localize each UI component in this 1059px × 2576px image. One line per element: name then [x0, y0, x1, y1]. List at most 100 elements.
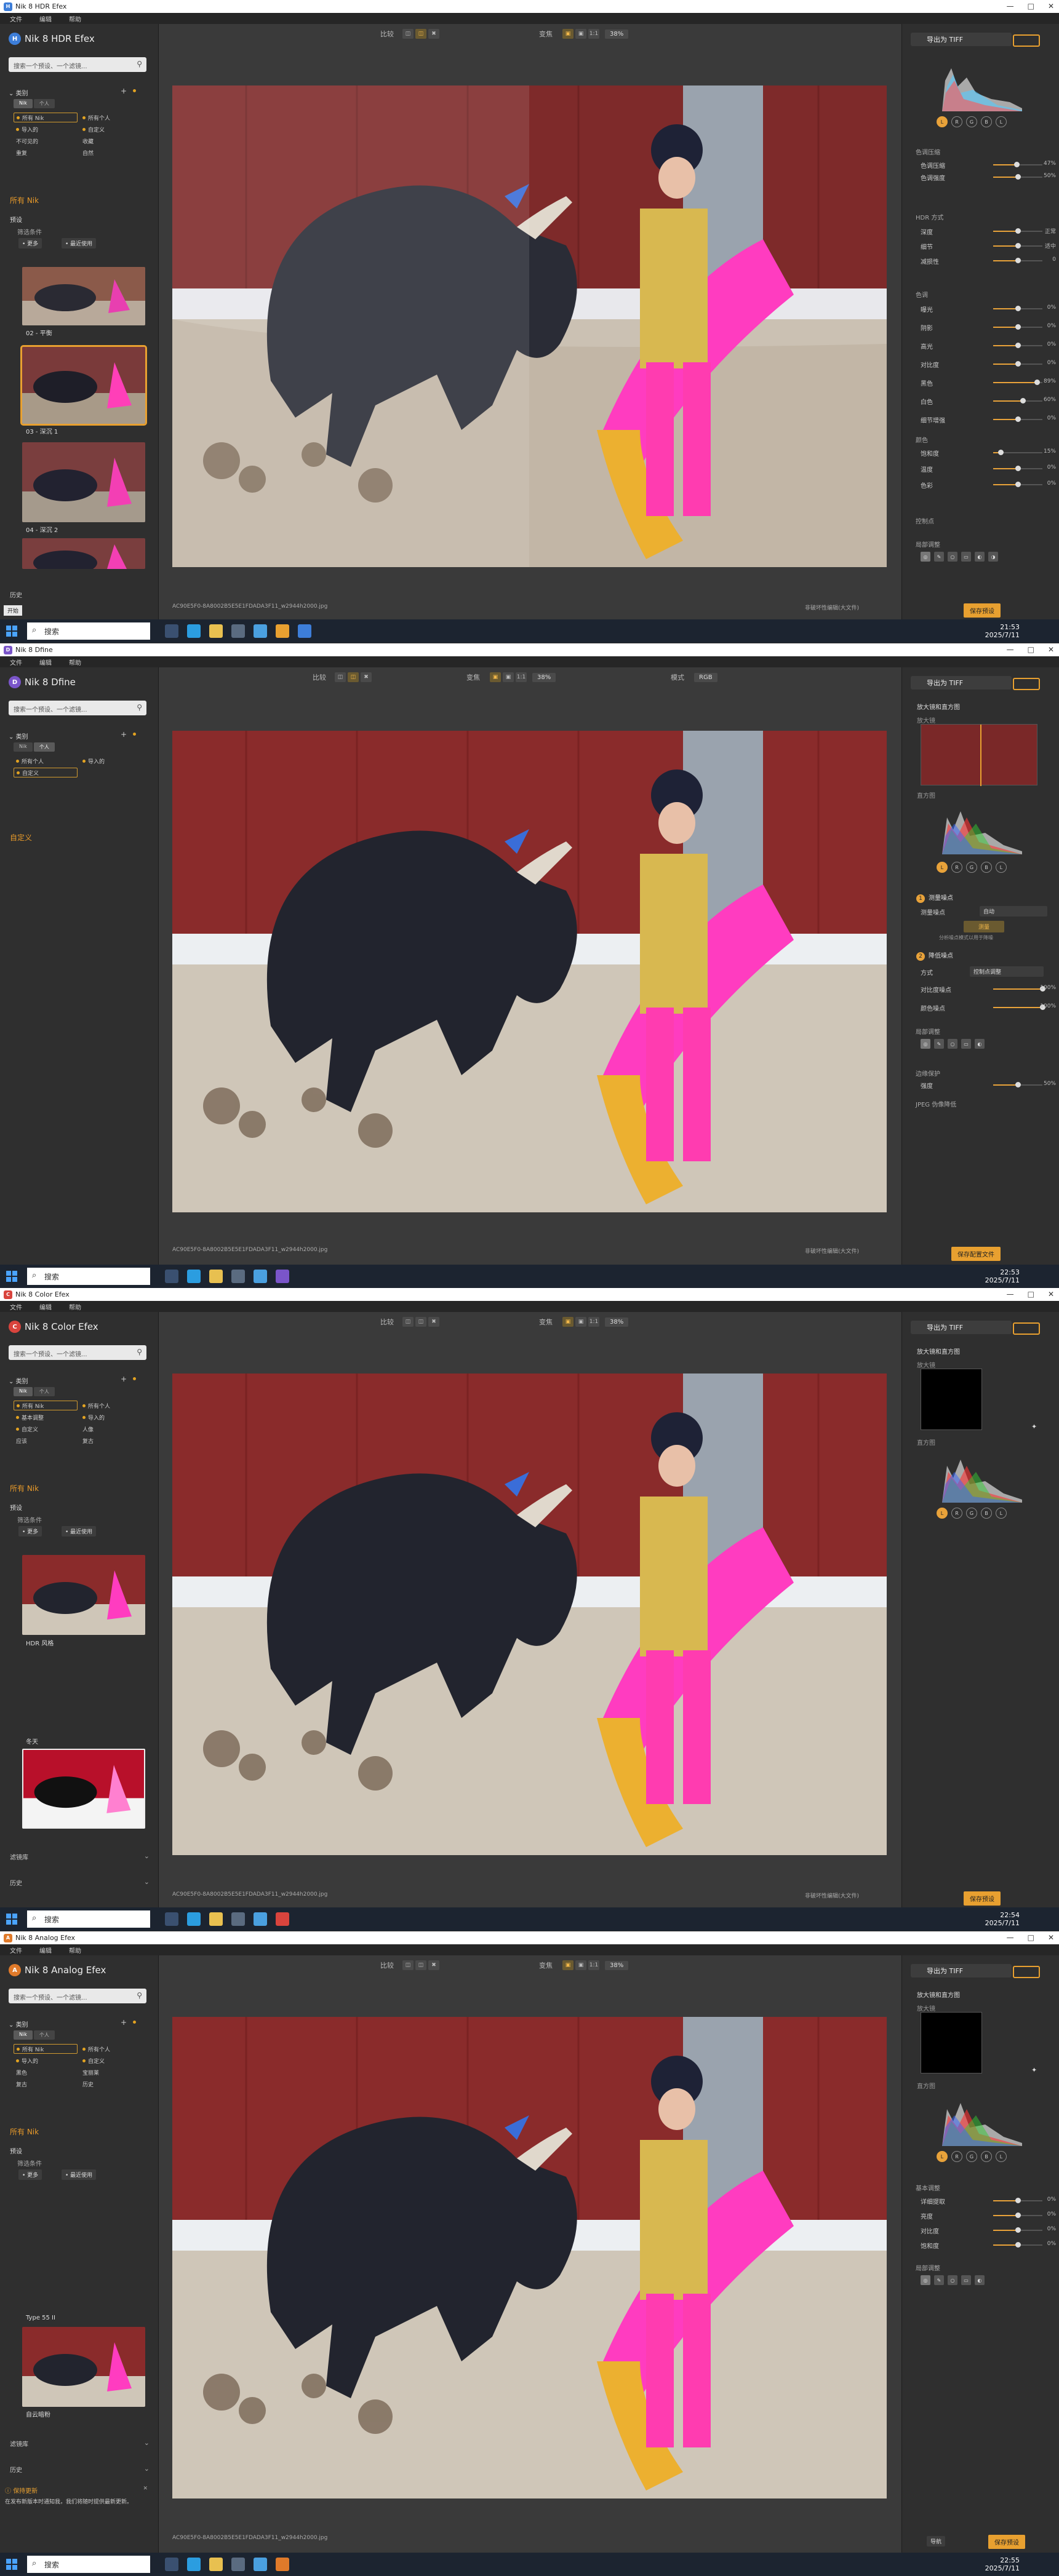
zoom-select[interactable]: 38% — [605, 1960, 629, 1970]
tone-header[interactable]: 色调 — [916, 290, 928, 299]
channel-l[interactable]: L — [996, 116, 1007, 127]
minimize-icon[interactable]: — — [1007, 645, 1014, 654]
category-favorites[interactable]: 收藏 — [80, 136, 144, 146]
gradient-tool[interactable]: ▭ — [961, 1039, 971, 1049]
zoom-select[interactable]: 38% — [605, 1317, 629, 1327]
compare-split-button[interactable]: ◫ — [402, 1317, 414, 1327]
category-vintage[interactable]: 复古 — [14, 2079, 78, 2089]
slider-row[interactable]: 高光 0% — [921, 341, 1056, 351]
settings-toggle-icon[interactable] — [1013, 678, 1040, 690]
mail-icon[interactable] — [254, 2558, 267, 2571]
maximize-icon[interactable]: □ — [1028, 2, 1034, 10]
search-input[interactable]: 搜索一个预设、一个滤镜... ⚲ — [9, 701, 146, 715]
tag-recent[interactable]: • 最近使用 — [62, 238, 97, 248]
category-other[interactable]: 应该 — [14, 1436, 78, 1445]
menu-file[interactable]: 文件 — [10, 1302, 22, 1311]
save-profile-button[interactable]: 保存配置文件 — [951, 1247, 1001, 1261]
close-icon[interactable]: ✕ — [1048, 2, 1054, 10]
channel-lum[interactable]: L — [937, 2151, 948, 2162]
nondestructive-toggle[interactable]: 非破坏性编辑(大文件) — [805, 603, 859, 611]
close-icon[interactable]: ✕ — [143, 2486, 148, 2492]
settings-toggle-icon[interactable] — [1013, 1322, 1040, 1335]
explorer-icon[interactable] — [209, 1270, 223, 1283]
slider-row[interactable]: 黑色 89% — [921, 378, 1056, 388]
compare-side-button[interactable]: ◫ — [348, 672, 359, 682]
slider-knob[interactable] — [1015, 361, 1021, 367]
slider-knob[interactable] — [1015, 2227, 1021, 2233]
category-duplicate[interactable]: 重复 — [14, 148, 78, 157]
search-input[interactable]: 搜索一个预设、一个滤镜... ⚲ — [9, 57, 146, 72]
minimize-icon[interactable]: — — [1007, 2, 1014, 10]
category-header[interactable]: ⌄ 类别 — [9, 731, 28, 741]
compare-side-button[interactable]: ◫ — [415, 29, 426, 39]
loupe-header[interactable]: 放大镜和直方图 — [917, 1346, 960, 1356]
maximize-icon[interactable]: □ — [1028, 1290, 1034, 1298]
color-tool[interactable]: ◐ — [975, 1039, 985, 1049]
fit-button[interactable]: ▣ — [490, 672, 501, 682]
explorer-icon[interactable] — [209, 1912, 223, 1926]
fill-button[interactable]: ▣ — [503, 672, 514, 682]
step2-reduce[interactable]: 2 降低噪点 — [916, 950, 1057, 961]
radial-tool[interactable]: ○ — [948, 552, 957, 562]
store-icon[interactable] — [231, 1912, 245, 1926]
tag-more[interactable]: • 更多 — [18, 1526, 42, 1536]
mail-icon[interactable] — [254, 624, 267, 638]
analog-efex-app-icon[interactable] — [276, 2558, 289, 2571]
control-point-tool[interactable]: ◎ — [921, 1039, 930, 1049]
slider-knob[interactable] — [1015, 2212, 1021, 2218]
channel-r[interactable]: R — [951, 2151, 962, 2162]
zoom-select[interactable]: 38% — [605, 29, 629, 39]
add-icon[interactable]: + — [121, 87, 127, 95]
preset-thumb-4[interactable] — [22, 538, 145, 569]
star-icon[interactable] — [133, 733, 136, 736]
brush-tool[interactable]: ✎ — [934, 1039, 944, 1049]
fill-button[interactable]: ▣ — [575, 29, 586, 39]
menu-file[interactable]: 文件 — [10, 658, 22, 667]
taskbar-search[interactable]: 搜索 — [27, 2556, 150, 2573]
channel-g[interactable]: G — [966, 116, 977, 127]
add-icon[interactable]: + — [121, 730, 127, 739]
windows-start-icon[interactable] — [6, 1271, 17, 1282]
slider-row[interactable]: 饱和度 15% — [921, 448, 1056, 458]
nik-collection-icon[interactable] — [276, 624, 289, 638]
tag-recent[interactable]: • 最近使用 — [62, 1526, 97, 1536]
close-icon[interactable]: ✕ — [1048, 1290, 1054, 1298]
slider-row[interactable]: 对比度噪点 100% — [921, 985, 1056, 994]
category-all-personal[interactable]: 所有个人 — [80, 2044, 144, 2054]
one-to-one-button[interactable]: 1:1 — [588, 1960, 599, 1970]
brush-tool[interactable]: ✎ — [934, 2275, 944, 2285]
category-custom[interactable]: 自定义 — [80, 2056, 144, 2065]
export-dropdown[interactable]: 导出为 TIFF — [911, 1321, 1012, 1334]
category-all-personal[interactable]: 所有个人 — [80, 113, 144, 122]
slider-knob[interactable] — [1015, 258, 1021, 263]
history-header[interactable]: 历史 — [10, 2465, 22, 2474]
history-header[interactable]: 历史 — [10, 590, 22, 599]
nik-personal-toggle[interactable]: Nik 个人 — [14, 2030, 55, 2040]
channel-r[interactable]: R — [951, 1508, 962, 1519]
category-custom[interactable]: 自定义 — [80, 124, 144, 134]
edge-protect-header[interactable]: 边缘保护 — [916, 1068, 940, 1078]
windows-start-icon[interactable] — [6, 1914, 17, 1925]
star-icon[interactable] — [133, 1377, 136, 1380]
slider-row[interactable]: 色彩 0% — [921, 480, 1056, 490]
local-adjust-header[interactable]: 局部调整 — [916, 2263, 940, 2272]
category-history[interactable]: 历史 — [80, 2079, 144, 2089]
add-icon[interactable]: + — [121, 2018, 127, 2027]
category-basic[interactable]: 基本调整 — [14, 1412, 78, 1422]
compare-side-button[interactable]: ◫ — [415, 1317, 426, 1327]
menu-edit[interactable]: 编辑 — [39, 1302, 52, 1311]
star-icon[interactable] — [133, 2021, 136, 2024]
settings-toggle-icon[interactable] — [1013, 1966, 1040, 1978]
measure-mode-select[interactable]: 自动 — [980, 906, 1047, 916]
slider-knob[interactable] — [1013, 162, 1020, 167]
clock[interactable]: 22:54 2025/7/11 — [985, 1911, 1020, 1927]
basic-adjust-header[interactable]: 基本调整 — [916, 2183, 940, 2192]
close-icon[interactable]: ✕ — [1048, 645, 1054, 654]
slider-knob[interactable] — [1015, 343, 1021, 348]
taskbar-search[interactable]: 搜索 — [27, 622, 150, 640]
measure-button[interactable]: 测量 — [964, 921, 1005, 932]
slider-knob[interactable] — [1020, 398, 1026, 403]
windows-start-icon[interactable] — [6, 626, 17, 637]
slider-row[interactable]: 细节 适中 — [921, 242, 1056, 251]
slider-knob[interactable] — [1015, 466, 1021, 471]
